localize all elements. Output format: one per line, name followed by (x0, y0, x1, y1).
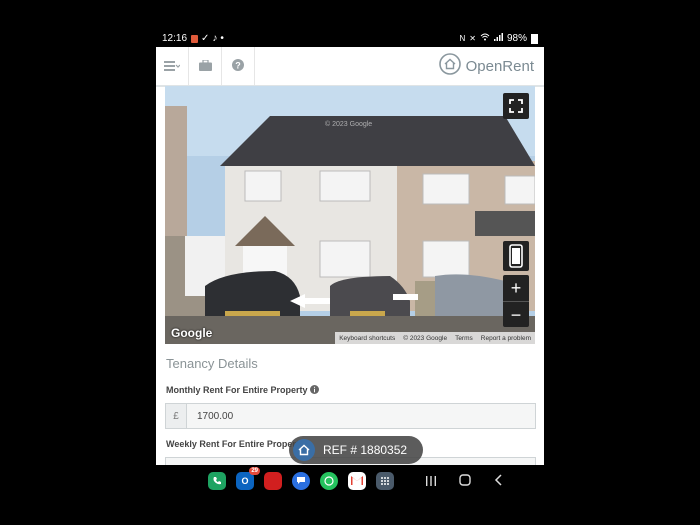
section-title: Tenancy Details (166, 356, 258, 371)
map-watermark: © 2023 Google (325, 120, 372, 128)
map-attribution: Keyboard shortcuts © 2023 Google Terms R… (335, 332, 535, 344)
android-nav-bar: O 29 (156, 465, 544, 496)
help-button[interactable]: ? (222, 47, 255, 85)
gmail-app-icon[interactable] (348, 471, 366, 490)
zoom-in-button[interactable]: + (503, 275, 529, 301)
briefcase-button[interactable] (189, 47, 222, 85)
status-time: 12:16 (162, 33, 188, 44)
wifi-icon (480, 33, 490, 44)
menu-button[interactable] (156, 47, 189, 85)
copyright-text: © 2023 Google (403, 334, 448, 342)
back-icon (494, 473, 502, 486)
outlook-app-icon[interactable]: O 29 (236, 466, 260, 490)
whatsapp-app-icon[interactable] (320, 471, 338, 490)
outlook-letter: O (241, 475, 249, 486)
home-icon (459, 473, 471, 486)
ref-text: REF # 1880352 (323, 443, 408, 457)
notification-badge: 29 (249, 466, 260, 475)
device-orientation-button[interactable] (503, 241, 529, 271)
report-problem-link[interactable]: Report a problem (481, 335, 531, 342)
menu-icon (164, 58, 181, 74)
openrent-logo[interactable]: OpenRent (438, 53, 534, 79)
dot-icon: • (220, 33, 224, 44)
phone-screen: 12:16 ✓ ♪ • N ✕ 98% ? OpenRent © 2023 Go… (156, 30, 544, 496)
fullscreen-icon (503, 93, 529, 119)
zoom-controls: + − (503, 275, 529, 327)
logo-text: OpenRent (465, 57, 534, 75)
terms-link[interactable]: Terms (455, 335, 473, 342)
notification-app-icon (191, 34, 199, 43)
street-view-image: © 2023 Google (165, 86, 535, 344)
red-app-icon[interactable] (264, 471, 282, 490)
back-button[interactable] (482, 473, 516, 489)
house-logo-icon (438, 53, 461, 79)
messages-app-icon[interactable] (292, 471, 310, 490)
battery-level: 98% (506, 33, 527, 44)
recent-apps-icon (426, 475, 436, 486)
weekly-rent-label-text: Weekly Rent For Entire Property (166, 439, 304, 449)
check-icon: ✓ (201, 33, 210, 44)
site-header: ? OpenRent (156, 47, 544, 87)
ref-pill[interactable]: REF # 1880352 (289, 436, 423, 464)
monthly-rent-label-text: Monthly Rent For Entire Property (166, 385, 308, 395)
phone-app-icon[interactable] (208, 471, 226, 490)
currency-prefix: £ (166, 404, 187, 428)
monthly-rent-field[interactable]: £ 1700.00 (165, 403, 536, 429)
apps-grid-icon[interactable] (376, 471, 394, 490)
recent-apps-button[interactable] (414, 473, 448, 489)
svg-text:?: ? (235, 61, 241, 71)
zoom-out-button[interactable]: − (503, 301, 529, 328)
battery-icon (531, 33, 538, 44)
briefcase-icon (198, 58, 212, 74)
home-button[interactable] (448, 473, 482, 489)
status-bar: 12:16 ✓ ♪ • N ✕ 98% (156, 30, 544, 47)
keyboard-shortcuts-link[interactable]: Keyboard shortcuts (339, 335, 395, 342)
fullscreen-button[interactable] (503, 93, 529, 119)
monthly-rent-value[interactable]: 1700.00 (187, 404, 233, 428)
mute-icon: ✕ (469, 34, 476, 43)
street-view-map[interactable]: © 2023 Google + − Google Keyboard shortc… (165, 86, 535, 344)
nfc-icon: N (459, 34, 466, 43)
monthly-rent-label: Monthly Rent For Entire Property (166, 385, 320, 395)
tiktok-icon: ♪ (212, 33, 218, 44)
signal-icon (493, 33, 503, 44)
phone-outline-icon (503, 241, 529, 271)
status-right: N ✕ 98% (459, 33, 538, 44)
help-icon: ? (232, 58, 244, 74)
notification-icons: ✓ ♪ • (191, 33, 224, 44)
google-logo: Google (171, 326, 213, 340)
house-badge-icon (293, 439, 315, 461)
weekly-rent-label: Weekly Rent For Entire Property (166, 439, 304, 449)
info-icon[interactable] (310, 385, 320, 395)
